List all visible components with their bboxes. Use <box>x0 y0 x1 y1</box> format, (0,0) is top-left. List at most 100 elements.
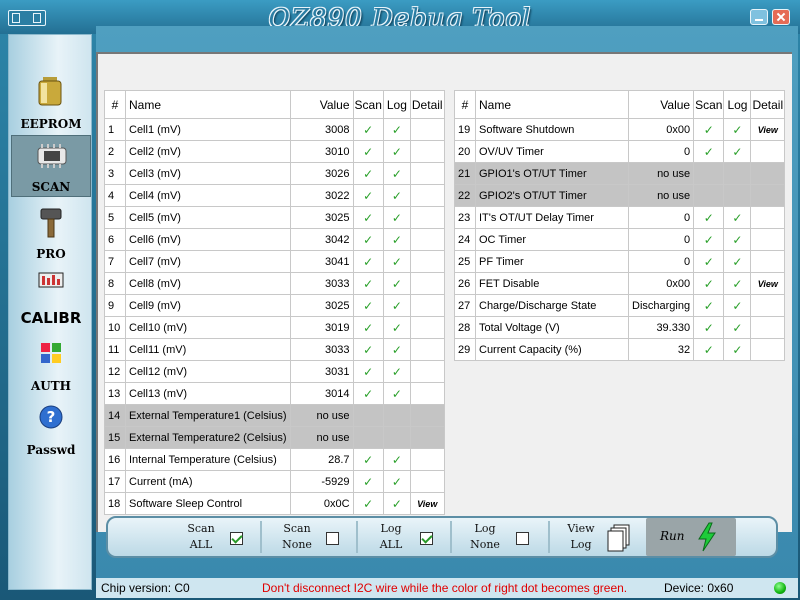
scan-check-icon[interactable]: ✓ <box>693 338 725 361</box>
table-row[interactable]: 15 External Temperature2 (Celsius) no use <box>104 426 445 449</box>
log-check-icon[interactable]: ✓ <box>723 140 752 163</box>
scan-cell[interactable] <box>352 426 384 449</box>
scan-check-icon[interactable]: ✓ <box>352 448 384 471</box>
log-all-button[interactable]: Log ALL <box>368 520 438 554</box>
log-check-icon[interactable]: ✓ <box>382 162 411 185</box>
scan-check-icon[interactable]: ✓ <box>693 206 725 229</box>
sidebar-item-calibr[interactable]: CALIBR <box>11 267 91 329</box>
log-check-icon[interactable]: ✓ <box>382 360 411 383</box>
scan-check-icon[interactable]: ✓ <box>693 118 725 141</box>
table-row[interactable]: 16 Internal Temperature (Celsius) 28.7 ✓ ✓ <box>104 448 445 471</box>
table-row[interactable]: 1 Cell1 (mV) 3008 ✓ ✓ <box>104 118 445 141</box>
log-check-icon[interactable]: ✓ <box>382 118 411 141</box>
log-check-icon[interactable]: ✓ <box>382 206 411 229</box>
scan-check-icon[interactable]: ✓ <box>693 294 725 317</box>
scan-check-icon[interactable]: ✓ <box>352 492 384 515</box>
log-check-icon[interactable]: ✓ <box>382 492 411 515</box>
log-check-icon[interactable]: ✓ <box>723 228 752 251</box>
scan-check-icon[interactable]: ✓ <box>352 470 384 493</box>
table-row[interactable]: 6 Cell6 (mV) 3042 ✓ ✓ <box>104 228 445 251</box>
scan-check-icon[interactable]: ✓ <box>352 118 384 141</box>
table-row[interactable]: 19 Software Shutdown 0x00 ✓ ✓ View <box>454 118 786 141</box>
table-row[interactable]: 14 External Temperature1 (Celsius) no use <box>104 404 445 427</box>
sidebar-item-eeprom[interactable]: EEPROM <box>11 71 91 133</box>
scan-check-icon[interactable]: ✓ <box>693 228 725 251</box>
scan-cell[interactable] <box>693 162 725 185</box>
table-row[interactable]: 5 Cell5 (mV) 3025 ✓ ✓ <box>104 206 445 229</box>
log-check-icon[interactable]: ✓ <box>382 184 411 207</box>
table-row[interactable]: 21 GPIO1's OT/UT Timer no use <box>454 162 786 185</box>
table-row[interactable]: 10 Cell10 (mV) 3019 ✓ ✓ <box>104 316 445 339</box>
log-check-icon[interactable]: ✓ <box>723 294 752 317</box>
run-button[interactable]: Run <box>646 518 736 556</box>
scan-check-icon[interactable]: ✓ <box>352 272 384 295</box>
view-log-button[interactable]: View Log <box>558 520 634 554</box>
table-row[interactable]: 24 OC Timer 0 ✓ ✓ <box>454 228 786 251</box>
log-cell[interactable] <box>382 404 411 427</box>
table-row[interactable]: 4 Cell4 (mV) 3022 ✓ ✓ <box>104 184 445 207</box>
log-none-button[interactable]: Log None <box>462 520 532 554</box>
table-row[interactable]: 11 Cell11 (mV) 3033 ✓ ✓ <box>104 338 445 361</box>
scan-check-icon[interactable]: ✓ <box>352 206 384 229</box>
sidebar-item-passwd[interactable]: ? Passwd <box>11 397 91 459</box>
log-check-icon[interactable]: ✓ <box>382 294 411 317</box>
scan-all-checkbox[interactable] <box>230 532 243 545</box>
log-check-icon[interactable]: ✓ <box>382 382 411 405</box>
table-row[interactable]: 12 Cell12 (mV) 3031 ✓ ✓ <box>104 360 445 383</box>
view-detail-button[interactable]: View <box>409 492 445 515</box>
scan-check-icon[interactable]: ✓ <box>352 228 384 251</box>
scan-check-icon[interactable]: ✓ <box>693 272 725 295</box>
log-none-checkbox[interactable] <box>516 532 529 545</box>
scan-check-icon[interactable]: ✓ <box>352 140 384 163</box>
table-row[interactable]: 25 PF Timer 0 ✓ ✓ <box>454 250 786 273</box>
log-cell[interactable] <box>382 426 411 449</box>
table-row[interactable]: 18 Software Sleep Control 0x0C ✓ ✓ View <box>104 492 445 515</box>
scan-check-icon[interactable]: ✓ <box>352 338 384 361</box>
table-row[interactable]: 2 Cell2 (mV) 3010 ✓ ✓ <box>104 140 445 163</box>
table-row[interactable]: 23 IT's OT/UT Delay Timer 0 ✓ ✓ <box>454 206 786 229</box>
minimize-button[interactable] <box>750 9 768 25</box>
log-check-icon[interactable]: ✓ <box>723 272 752 295</box>
log-check-icon[interactable]: ✓ <box>382 448 411 471</box>
table-row[interactable]: 28 Total Voltage (V) 39.330 ✓ ✓ <box>454 316 786 339</box>
log-all-checkbox[interactable] <box>420 532 433 545</box>
log-check-icon[interactable]: ✓ <box>723 316 752 339</box>
scan-none-button[interactable]: Scan None <box>274 520 344 554</box>
table-row[interactable]: 7 Cell7 (mV) 3041 ✓ ✓ <box>104 250 445 273</box>
scan-check-icon[interactable]: ✓ <box>352 382 384 405</box>
scan-check-icon[interactable]: ✓ <box>352 316 384 339</box>
table-row[interactable]: 8 Cell8 (mV) 3033 ✓ ✓ <box>104 272 445 295</box>
table-row[interactable]: 20 OV/UV Timer 0 ✓ ✓ <box>454 140 786 163</box>
scan-check-icon[interactable]: ✓ <box>352 162 384 185</box>
log-check-icon[interactable]: ✓ <box>382 470 411 493</box>
log-check-icon[interactable]: ✓ <box>723 338 752 361</box>
sidebar-item-scan[interactable]: SCAN <box>11 135 91 197</box>
log-check-icon[interactable]: ✓ <box>382 338 411 361</box>
scan-cell[interactable] <box>693 184 725 207</box>
log-check-icon[interactable]: ✓ <box>382 272 411 295</box>
scan-check-icon[interactable]: ✓ <box>352 250 384 273</box>
table-row[interactable]: 27 Charge/Discharge State Discharging ✓ ✓ <box>454 294 786 317</box>
scan-check-icon[interactable]: ✓ <box>352 184 384 207</box>
log-check-icon[interactable]: ✓ <box>382 140 411 163</box>
log-check-icon[interactable]: ✓ <box>382 228 411 251</box>
table-row[interactable]: 3 Cell3 (mV) 3026 ✓ ✓ <box>104 162 445 185</box>
table-row[interactable]: 13 Cell13 (mV) 3014 ✓ ✓ <box>104 382 445 405</box>
scan-cell[interactable] <box>352 404 384 427</box>
scan-check-icon[interactable]: ✓ <box>693 316 725 339</box>
view-detail-button[interactable]: View <box>750 118 786 141</box>
table-row[interactable]: 26 FET Disable 0x00 ✓ ✓ View <box>454 272 786 295</box>
scan-check-icon[interactable]: ✓ <box>352 294 384 317</box>
table-row[interactable]: 9 Cell9 (mV) 3025 ✓ ✓ <box>104 294 445 317</box>
scan-none-checkbox[interactable] <box>326 532 339 545</box>
sidebar-item-pro[interactable]: PRO <box>11 201 91 263</box>
scan-check-icon[interactable]: ✓ <box>352 360 384 383</box>
table-row[interactable]: 17 Current (mA) -5929 ✓ ✓ <box>104 470 445 493</box>
log-check-icon[interactable]: ✓ <box>382 250 411 273</box>
log-check-icon[interactable]: ✓ <box>382 316 411 339</box>
scan-check-icon[interactable]: ✓ <box>693 250 725 273</box>
close-button[interactable] <box>772 9 790 25</box>
log-check-icon[interactable]: ✓ <box>723 250 752 273</box>
scan-check-icon[interactable]: ✓ <box>693 140 725 163</box>
view-detail-button[interactable]: View <box>750 272 786 295</box>
